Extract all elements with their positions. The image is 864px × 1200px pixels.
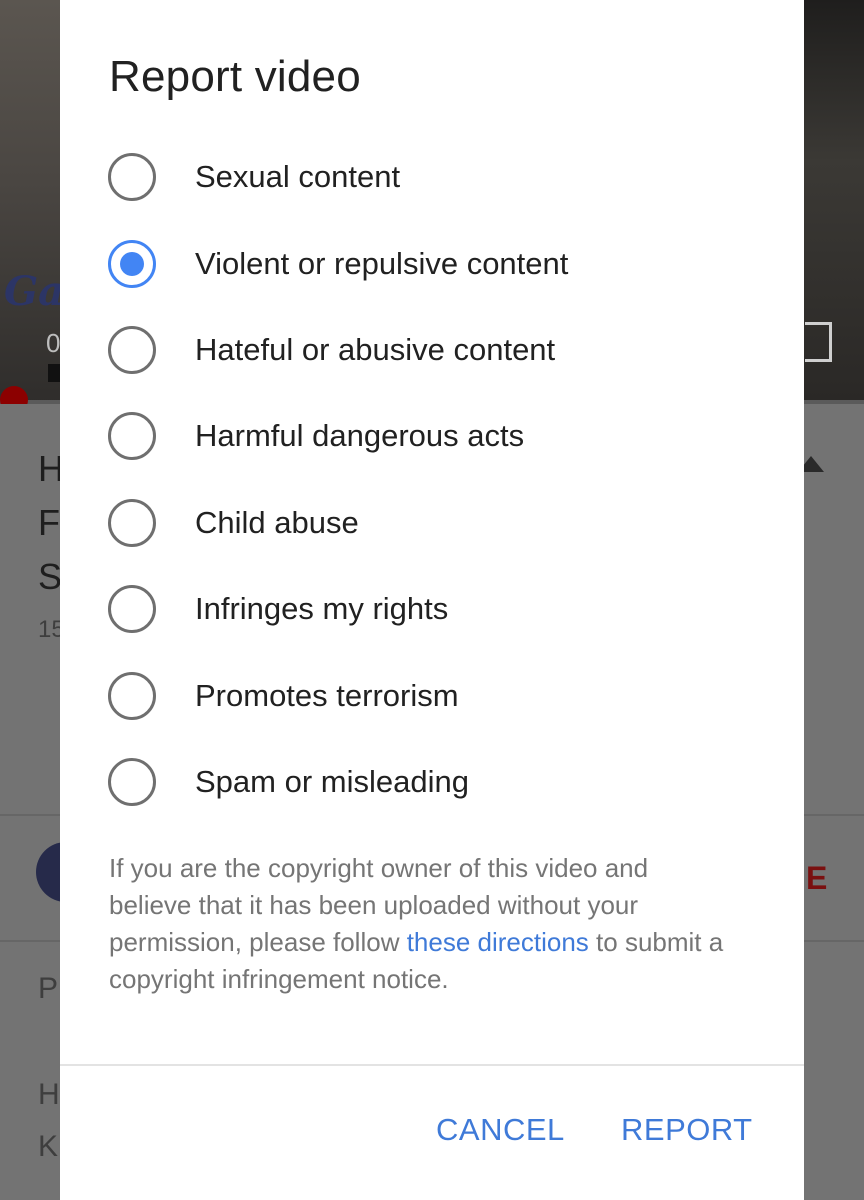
report-reason-list: Sexual content Violent or repulsive cont… — [60, 134, 804, 825]
option-label: Promotes terrorism — [195, 677, 459, 713]
option-label: Harmful dangerous acts — [195, 418, 525, 454]
option-harmful-acts[interactable]: Harmful dangerous acts — [60, 393, 804, 479]
radio-button-icon[interactable] — [108, 412, 156, 461]
option-promotes-terrorism[interactable]: Promotes terrorism — [60, 652, 804, 738]
option-infringes-rights[interactable]: Infringes my rights — [60, 566, 804, 652]
dialog-divider — [60, 1064, 804, 1066]
video-time-partial: 0 — [46, 328, 61, 358]
option-violent-content[interactable]: Violent or repulsive content — [60, 220, 804, 306]
play-icon — [48, 364, 60, 382]
option-sexual-content[interactable]: Sexual content — [60, 134, 804, 220]
description-line-2: H — [38, 1078, 60, 1111]
option-label: Spam or misleading — [195, 763, 469, 799]
option-label: Violent or repulsive content — [195, 245, 569, 281]
option-label: Sexual content — [195, 159, 401, 195]
video-title-line-3: S — [38, 556, 63, 597]
option-hateful-content[interactable]: Hateful or abusive content — [60, 307, 804, 393]
directions-link[interactable]: these directions — [407, 927, 589, 957]
cancel-button[interactable]: CANCEL — [436, 1112, 565, 1148]
dialog-title: Report video — [109, 52, 361, 101]
description-line-1: P — [38, 972, 59, 1005]
radio-button-checked-icon[interactable] — [108, 239, 156, 288]
option-child-abuse[interactable]: Child abuse — [60, 480, 804, 566]
fullscreen-icon — [805, 322, 832, 362]
description-line-3: K — [38, 1130, 59, 1163]
option-label: Hateful or abusive content — [195, 331, 556, 367]
option-spam[interactable]: Spam or misleading — [60, 739, 804, 825]
copyright-notice: If you are the copyright owner of this v… — [109, 850, 729, 998]
channel-logo-watermark: Ga — [4, 268, 65, 315]
option-label: Child abuse — [195, 504, 359, 540]
radio-button-icon[interactable] — [108, 153, 156, 202]
option-label: Infringes my rights — [195, 591, 449, 627]
radio-button-icon[interactable] — [108, 671, 156, 720]
report-button[interactable]: REPORT — [621, 1112, 753, 1148]
report-video-dialog: Report video Sexual content Violent or r… — [60, 0, 804, 1200]
radio-button-icon[interactable] — [108, 585, 156, 634]
radio-button-icon[interactable] — [108, 498, 156, 547]
video-title-line-2: F — [38, 502, 60, 543]
subscribe-button-partial: E — [806, 860, 828, 896]
radio-button-icon[interactable] — [108, 757, 156, 806]
radio-button-icon[interactable] — [108, 325, 156, 374]
